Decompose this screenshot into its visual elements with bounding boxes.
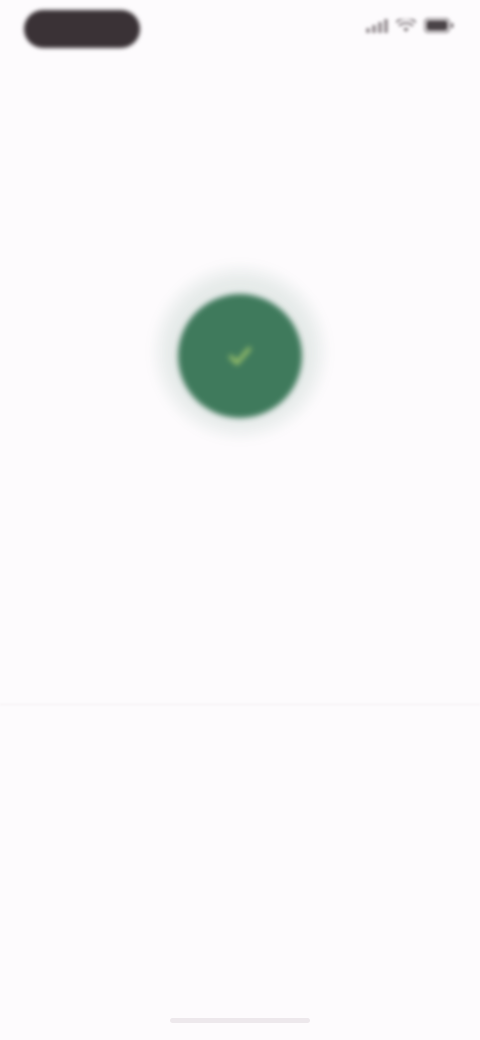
wifi-icon [396,18,416,32]
status-bar [0,0,480,64]
home-indicator [170,1018,310,1023]
bottom-link[interactable] [150,946,330,976]
check-icon [229,347,251,365]
signal-icon [366,18,388,33]
battery-icon [424,18,454,33]
success-badge [178,294,302,418]
success-screen [0,0,480,1040]
status-icons [366,18,454,33]
status-time [24,10,140,48]
divider [0,704,480,705]
